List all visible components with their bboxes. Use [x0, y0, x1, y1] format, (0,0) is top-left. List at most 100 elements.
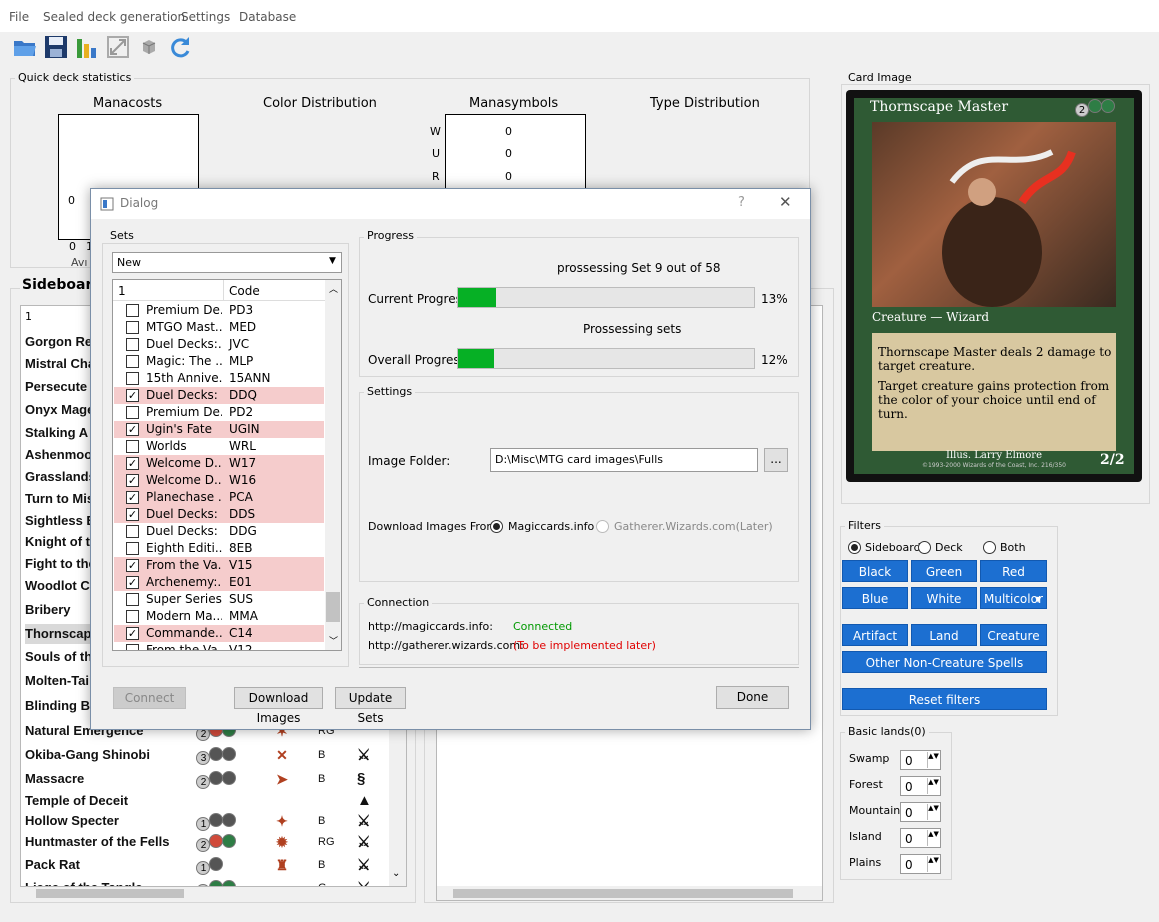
land-spinbox[interactable]: 0 ▲▼: [900, 750, 941, 770]
set-row[interactable]: Super Series SUS: [114, 591, 324, 608]
set-checkbox[interactable]: ✓: [126, 457, 139, 470]
set-checkbox[interactable]: [126, 372, 139, 385]
set-checkbox[interactable]: [126, 338, 139, 351]
radio-magiccards[interactable]: [490, 520, 503, 533]
download-images-button[interactable]: Download Images: [234, 687, 323, 725]
scroll-down-icon[interactable]: ⌄: [392, 868, 400, 879]
blue-filter-button[interactable]: Blue: [842, 587, 908, 609]
update-sets-button[interactable]: Update Sets: [335, 687, 406, 725]
reset-filters-button[interactable]: Reset filters: [842, 688, 1047, 710]
creature-filter-button[interactable]: Creature: [980, 624, 1047, 646]
spin-arrows-icon[interactable]: ▲▼: [927, 856, 939, 872]
set-checkbox[interactable]: [126, 406, 139, 419]
set-checkbox[interactable]: ✓: [126, 423, 139, 436]
set-checkbox[interactable]: [126, 644, 139, 650]
menu-file[interactable]: File: [9, 10, 29, 24]
scroll-down-icon[interactable]: ﹀: [329, 634, 338, 647]
set-checkbox[interactable]: [126, 304, 139, 317]
set-checkbox[interactable]: [126, 321, 139, 334]
spin-arrows-icon[interactable]: ▲▼: [927, 830, 939, 846]
set-row[interactable]: ✓ Welcome D... W16: [114, 472, 324, 489]
set-row[interactable]: ✓ Ugin's Fate UGIN: [114, 421, 324, 438]
set-row[interactable]: Premium De... PD3: [114, 302, 324, 319]
sideboard-row[interactable]: Massacre 2 ➤ B §: [25, 769, 405, 789]
hscroll-thumb[interactable]: [36, 889, 184, 898]
open-folder-icon[interactable]: [12, 34, 38, 60]
spin-arrows-icon[interactable]: ▲▼: [927, 778, 939, 794]
refresh-icon[interactable]: [167, 34, 193, 60]
artifact-filter-button[interactable]: Artifact: [842, 624, 908, 646]
sets-combo[interactable]: New ▼: [112, 252, 342, 273]
set-checkbox[interactable]: [126, 440, 139, 453]
sideboard-row[interactable]: Pack Rat 1 ♜ B ⚔: [25, 855, 405, 875]
menu-settings[interactable]: Settings: [181, 10, 230, 24]
scroll-up-icon[interactable]: ︿: [329, 282, 338, 295]
multicolor-filter-button[interactable]: Multicolor ▼: [980, 587, 1047, 609]
set-row[interactable]: Premium De... PD2: [114, 404, 324, 421]
set-row[interactable]: Duel Decks: ... DDG: [114, 523, 324, 540]
set-checkbox[interactable]: [126, 525, 139, 538]
land-spinbox[interactable]: 0 ▲▼: [900, 854, 941, 874]
radio-deck[interactable]: [918, 541, 931, 554]
sets-scroll-thumb[interactable]: [326, 592, 340, 622]
black-filter-button[interactable]: Black: [842, 560, 908, 582]
sideboard-hscrollbar[interactable]: [20, 887, 407, 900]
land-spinbox[interactable]: 0 ▲▼: [900, 802, 941, 822]
spin-arrows-icon[interactable]: ▲▼: [927, 804, 939, 820]
set-row[interactable]: ✓ Welcome D... W17: [114, 455, 324, 472]
set-checkbox[interactable]: ✓: [126, 576, 139, 589]
connect-button[interactable]: Connect: [113, 687, 186, 709]
set-row[interactable]: Magic: The ... MLP: [114, 353, 324, 370]
set-row[interactable]: Modern Ma... MMA: [114, 608, 324, 625]
bar-chart-icon[interactable]: [74, 34, 100, 60]
deck-hscroll-thumb[interactable]: [453, 889, 793, 898]
sideboard-row[interactable]: Hollow Specter 1 ✦ B ⚔: [25, 811, 405, 831]
sideboard-row[interactable]: Okiba-Gang Shinobi 3 ✕ B ⚔: [25, 745, 405, 765]
browse-button[interactable]: ...: [764, 448, 788, 472]
set-row[interactable]: Duel Decks:... JVC: [114, 336, 324, 353]
set-checkbox[interactable]: [126, 610, 139, 623]
set-checkbox[interactable]: ✓: [126, 474, 139, 487]
set-row[interactable]: Eighth Editi... 8EB: [114, 540, 324, 557]
spin-arrows-icon[interactable]: ▲▼: [927, 752, 939, 768]
set-row[interactable]: From the Va... V12: [114, 642, 324, 650]
set-checkbox[interactable]: ✓: [126, 559, 139, 572]
sideboard-row[interactable]: Temple of Deceit ▲: [25, 791, 405, 811]
sideboard-row[interactable]: Huntmaster of the Fells 2 ✹ RG ⚔: [25, 832, 405, 852]
set-checkbox[interactable]: ✓: [126, 389, 139, 402]
set-row[interactable]: ✓ Archenemy:... E01: [114, 574, 324, 591]
set-row[interactable]: ✓ Commande... C14: [114, 625, 324, 642]
box-icon[interactable]: [136, 34, 162, 60]
menu-database[interactable]: Database: [239, 10, 296, 24]
done-button[interactable]: Done: [716, 686, 789, 709]
close-icon[interactable]: ✕: [779, 193, 792, 211]
green-filter-button[interactable]: Green: [911, 560, 977, 582]
set-checkbox[interactable]: [126, 593, 139, 606]
other-spells-filter-button[interactable]: Other Non-Creature Spells: [842, 651, 1047, 673]
set-row[interactable]: ✓ From the Va... V15: [114, 557, 324, 574]
set-row[interactable]: ✓ Planechase ... PCA: [114, 489, 324, 506]
set-row[interactable]: ✓ Duel Decks: ... DDQ: [114, 387, 324, 404]
white-filter-button[interactable]: White: [911, 587, 977, 609]
deck-hscrollbar[interactable]: [437, 886, 822, 900]
save-icon[interactable]: [43, 34, 69, 60]
radio-both[interactable]: [983, 541, 996, 554]
menu-sealed-deck-generation[interactable]: Sealed deck generation: [43, 10, 185, 24]
land-spinbox[interactable]: 0 ▲▼: [900, 776, 941, 796]
set-checkbox[interactable]: ✓: [126, 508, 139, 521]
set-checkbox[interactable]: ✓: [126, 491, 139, 504]
set-row[interactable]: Worlds WRL: [114, 438, 324, 455]
radio-sideboard[interactable]: [848, 541, 861, 554]
land-filter-button[interactable]: Land: [911, 624, 977, 646]
set-row[interactable]: ✓ Duel Decks: ... DDS: [114, 506, 324, 523]
sets-scrollbar[interactable]: ︿ ﹀: [325, 280, 341, 650]
set-checkbox[interactable]: [126, 355, 139, 368]
fit-icon[interactable]: [105, 34, 131, 60]
set-checkbox[interactable]: [126, 542, 139, 555]
set-row[interactable]: MTGO Mast... MED: [114, 319, 324, 336]
sets-table[interactable]: 1 Code Premium De... PD3 MTGO Mast... MED Du…: [112, 279, 342, 651]
land-spinbox[interactable]: 0 ▲▼: [900, 828, 941, 848]
help-icon[interactable]: ?: [738, 195, 745, 210]
image-folder-input[interactable]: D:\Misc\MTG card images\Fulls: [490, 448, 758, 472]
sideboard-row[interactable]: Liege of the Tangle6●G⚔: [25, 878, 405, 886]
